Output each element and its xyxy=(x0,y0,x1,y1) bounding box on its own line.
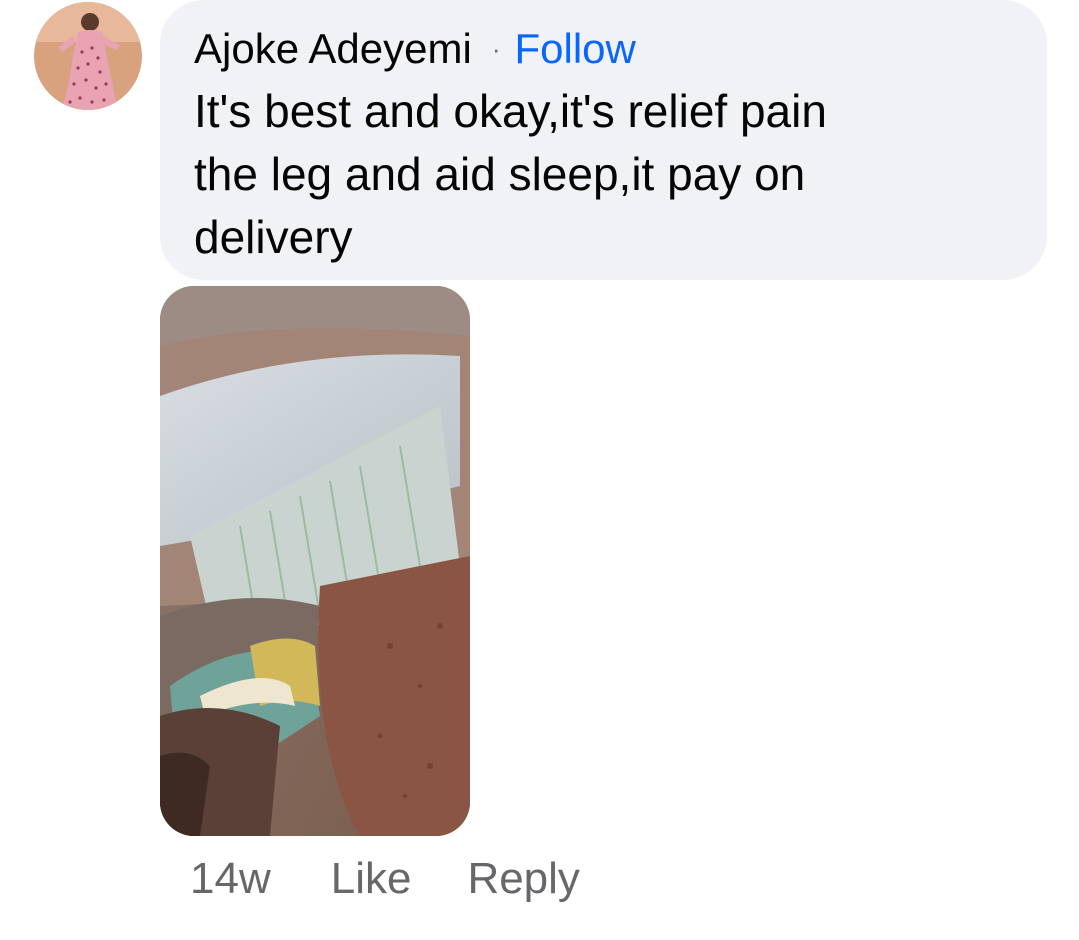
photo-image xyxy=(160,286,470,836)
comment-bubble: Ajoke Adeyemi · Follow It's best and oka… xyxy=(160,0,1047,280)
separator-dot: · xyxy=(491,33,501,64)
timestamp[interactable]: 14w xyxy=(190,854,271,904)
avatar-image xyxy=(34,2,142,110)
avatar[interactable] xyxy=(34,2,142,110)
like-button[interactable]: Like xyxy=(331,854,412,904)
reply-button[interactable]: Reply xyxy=(467,854,580,904)
author-name[interactable]: Ajoke Adeyemi xyxy=(194,25,472,73)
comment-header: Ajoke Adeyemi · Follow xyxy=(194,20,1017,78)
comment-actions: 14w Like Reply xyxy=(190,854,580,904)
comment-photo[interactable] xyxy=(160,286,470,836)
follow-button[interactable]: Follow xyxy=(515,25,636,73)
comment-text: It's best and okay,it's relief pain the … xyxy=(194,85,827,263)
comment-item: Ajoke Adeyemi · Follow It's best and oka… xyxy=(0,0,1079,940)
